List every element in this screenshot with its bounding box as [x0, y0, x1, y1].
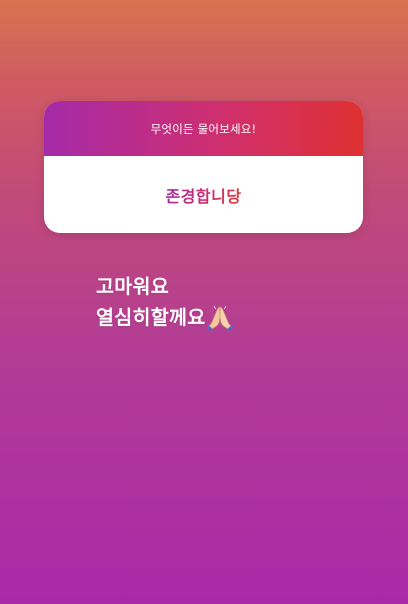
- question-sticker-body: 존경합니당: [44, 156, 363, 233]
- caption-line-2: 열심히할께요: [96, 302, 234, 333]
- caption-line-1: 고마워요: [96, 271, 234, 302]
- question-prompt: 무엇이든 물어보세요!: [150, 121, 257, 136]
- question-sticker-header: 무엇이든 물어보세요!: [44, 101, 363, 156]
- caption-text-2: 열심히할께요: [96, 306, 206, 329]
- caption-text-1: 고마워요: [96, 275, 169, 298]
- folded-hands-icon: [206, 305, 234, 331]
- story-canvas: 무엇이든 물어보세요! 존경합니당 고마워요 열심히할께요: [0, 0, 408, 604]
- question-answer: 존경합니당: [165, 183, 241, 207]
- question-sticker[interactable]: 무엇이든 물어보세요! 존경합니당: [44, 101, 363, 233]
- story-caption: 고마워요 열심히할께요: [96, 271, 234, 333]
